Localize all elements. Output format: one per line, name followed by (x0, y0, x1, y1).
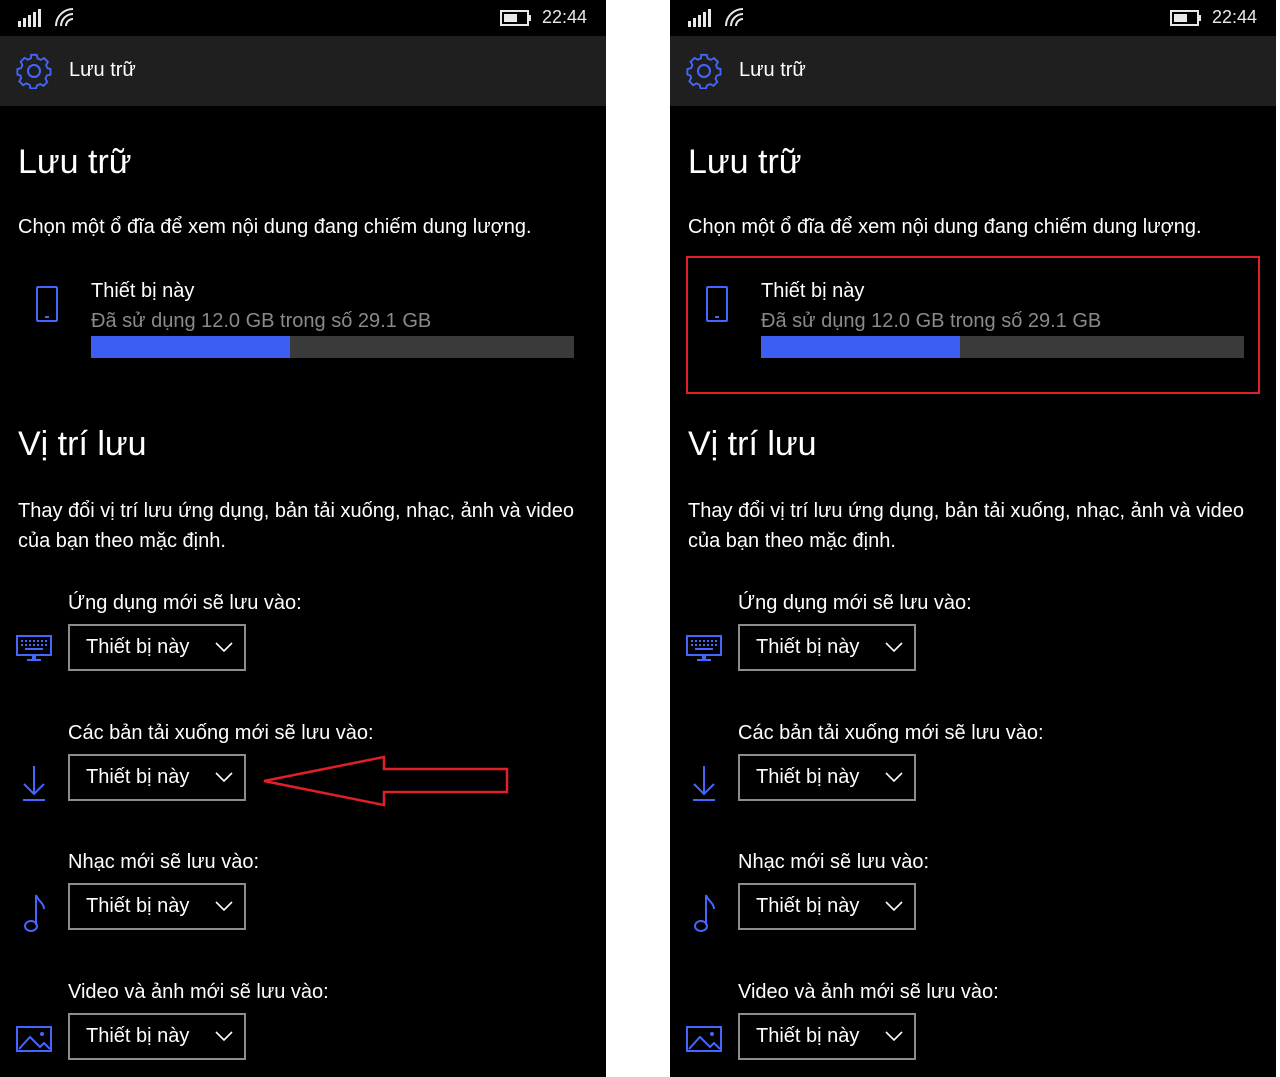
locations-description: Thay đổi vị trí lưu ứng dụng, bản tải xu… (18, 500, 575, 552)
chevron-down-icon (885, 1031, 903, 1042)
wifi-icon (55, 8, 74, 27)
clock: 22:44 (542, 7, 588, 27)
setting-label: Nhạc mới sẽ lưu vào: (738, 851, 930, 873)
chevron-down-icon (215, 642, 233, 653)
music-location-dropdown[interactable]: Thiết bị này (738, 883, 916, 930)
red-highlight-annotation (686, 256, 1260, 394)
setting-video-photos: Video và ảnh mới sẽ lưu vào: Thiết bị nà… (0, 981, 606, 1077)
setting-label: Nhạc mới sẽ lưu vào: (68, 851, 260, 873)
setting-label: Video và ảnh mới sẽ lưu vào: (738, 981, 999, 1003)
page-title: Lưu trữ (688, 143, 802, 181)
page-title: Lưu trữ (18, 143, 132, 181)
dropdown-value: Thiết bị này (756, 766, 860, 788)
chevron-down-icon (885, 772, 903, 783)
download-icon (23, 766, 45, 801)
setting-music: Nhạc mới sẽ lưu vào: Thiết bị này (670, 851, 1276, 961)
chevron-down-icon (215, 772, 233, 783)
setting-label: Các bản tải xuống mới sẽ lưu vào: (738, 722, 1044, 744)
dropdown-value: Thiết bị này (756, 895, 860, 917)
gear-icon (686, 53, 722, 89)
device-storage-item[interactable]: Thiết bị này Đã sử dụng 12.0 GB trong số… (18, 258, 578, 398)
dropdown-value: Thiết bị này (756, 1025, 860, 1047)
dropdown-value: Thiết bị này (86, 1025, 190, 1047)
chevron-down-icon (885, 901, 903, 912)
setting-apps: Ứng dụng mới sẽ lưu vào: Thiết bị này (670, 592, 1276, 702)
locations-description: Thay đổi vị trí lưu ứng dụng, bản tải xu… (688, 500, 1245, 552)
usage-bar-fill (91, 336, 291, 358)
apps-location-dropdown[interactable]: Thiết bị này (738, 624, 916, 671)
device-name: Thiết bị này (91, 280, 195, 302)
status-bar: 22:44 (670, 0, 1276, 36)
battery-icon (1170, 10, 1201, 26)
setting-label: Ứng dụng mới sẽ lưu vào: (68, 592, 302, 614)
red-arrow-annotation (263, 755, 509, 807)
phone-screen-right: 22:44 Lưu trữ Lưu trữ Chọn một ổ đĩa để … (670, 0, 1276, 1077)
image-icon (16, 1026, 52, 1052)
setting-music: Nhạc mới sẽ lưu vào: Thiết bị này (0, 851, 606, 961)
setting-apps: Ứng dụng mới sẽ lưu vào: Thiết bị này (0, 592, 606, 702)
setting-downloads: Các bản tải xuống mới sẽ lưu vào: Thiết … (670, 722, 1276, 832)
dropdown-value: Thiết bị này (86, 636, 190, 658)
video-location-dropdown[interactable]: Thiết bị này (68, 1013, 246, 1060)
setting-label: Các bản tải xuống mới sẽ lưu vào: (68, 722, 374, 744)
chevron-down-icon (215, 1031, 233, 1042)
battery-icon (500, 10, 531, 26)
apps-location-dropdown[interactable]: Thiết bị này (68, 624, 246, 671)
clock: 22:44 (1212, 7, 1258, 27)
phone-screen-left: 22:44 Lưu trữ Lưu trữ Chọn một ổ đĩa để … (0, 0, 606, 1077)
phone-icon (36, 286, 58, 322)
status-bar: 22:44 (0, 0, 606, 36)
gear-icon (16, 53, 52, 89)
downloads-location-dropdown[interactable]: Thiết bị này (738, 754, 916, 801)
setting-label: Ứng dụng mới sẽ lưu vào: (738, 592, 972, 614)
video-location-dropdown[interactable]: Thiết bị này (738, 1013, 916, 1060)
music-note-icon (694, 894, 715, 932)
dropdown-value: Thiết bị này (756, 636, 860, 658)
music-location-dropdown[interactable]: Thiết bị này (68, 883, 246, 930)
app-bar: Lưu trữ (670, 36, 1276, 106)
downloads-location-dropdown[interactable]: Thiết bị này (68, 754, 246, 801)
setting-label: Video và ảnh mới sẽ lưu vào: (68, 981, 329, 1003)
dropdown-value: Thiết bị này (86, 895, 190, 917)
setting-video-photos: Video và ảnh mới sẽ lưu vào: Thiết bị nà… (670, 981, 1276, 1077)
music-note-icon (24, 894, 45, 932)
storage-description: Chọn một ổ đĩa để xem nội dung đang chiế… (18, 216, 532, 238)
chevron-down-icon (885, 642, 903, 653)
signal-icon (18, 9, 41, 27)
app-title: Lưu trữ (739, 59, 806, 81)
dropdown-value: Thiết bị này (86, 766, 190, 788)
chevron-down-icon (215, 901, 233, 912)
section-title-locations: Vị trí lưu (688, 425, 817, 463)
storage-description: Chọn một ổ đĩa để xem nội dung đang chiế… (688, 216, 1202, 238)
section-title-locations: Vị trí lưu (18, 425, 147, 463)
signal-icon (688, 9, 711, 27)
wifi-icon (725, 8, 744, 27)
app-title: Lưu trữ (69, 59, 136, 81)
app-bar: Lưu trữ (0, 36, 606, 106)
usage-bar (91, 336, 574, 358)
keyboard-icon (686, 635, 722, 661)
keyboard-icon (16, 635, 52, 661)
image-icon (686, 1026, 722, 1052)
download-icon (693, 766, 715, 801)
device-usage-text: Đã sử dụng 12.0 GB trong số 29.1 GB (91, 310, 432, 332)
